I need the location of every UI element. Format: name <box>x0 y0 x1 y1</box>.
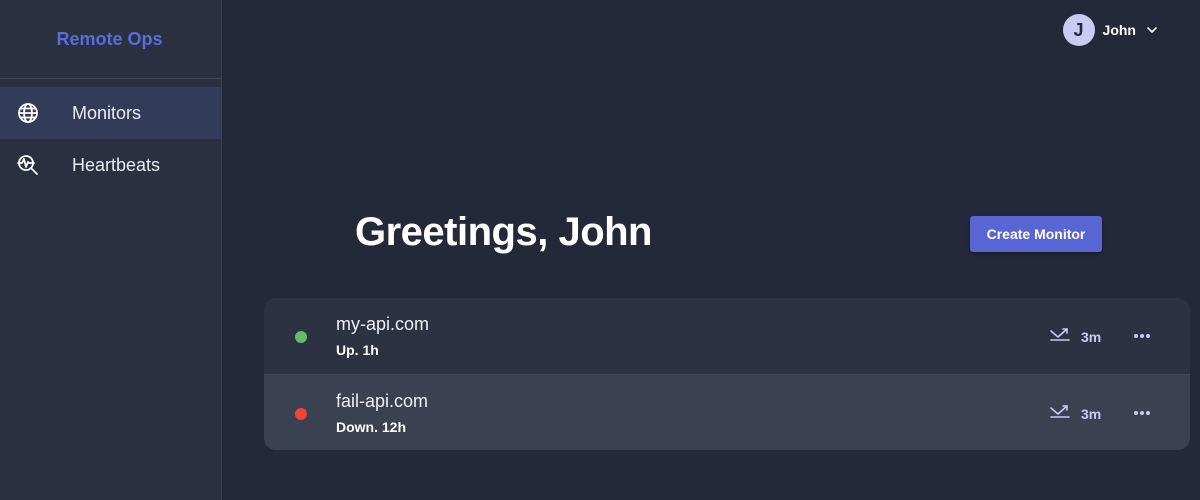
sidebar-item-monitors[interactable]: Monitors <box>0 87 221 139</box>
status-dot <box>295 331 307 343</box>
sidebar-nav: Monitors Heartbeats <box>0 87 221 191</box>
monitor-list: my-api.com Up. 1h 3m fail-api.com Down. … <box>264 298 1190 450</box>
monitor-name: fail-api.com <box>336 391 429 411</box>
user-menu[interactable]: J John <box>1062 14 1158 46</box>
interval-icon <box>1049 403 1071 424</box>
create-monitor-button[interactable]: Create Monitor <box>970 216 1102 252</box>
user-name: John <box>1102 22 1136 38</box>
more-options-icon[interactable] <box>1132 405 1152 421</box>
app-root: Remote Ops Monitors Heartbeats J John Gr… <box>0 0 1200 500</box>
interval-value: 3m <box>1081 328 1102 345</box>
sidebar-item-label: Heartbeats <box>72 154 161 175</box>
interval-control[interactable]: 3m <box>1049 326 1101 347</box>
status-dot <box>295 408 307 420</box>
monitor-status: Up. 1h <box>336 342 379 358</box>
monitor-row[interactable]: my-api.com Up. 1h 3m <box>264 298 1190 374</box>
interval-value: 3m <box>1081 405 1102 422</box>
interval-control[interactable]: 3m <box>1049 403 1101 424</box>
sidebar-item-label: Monitors <box>72 102 142 123</box>
sidebar: Remote Ops Monitors Heartbeats <box>0 0 222 500</box>
sidebar-item-heartbeats[interactable]: Heartbeats <box>0 139 221 191</box>
page-title: Greetings, John <box>355 210 653 254</box>
chevron-down-icon <box>1146 24 1158 36</box>
avatar: J <box>1062 14 1095 46</box>
brand-logo[interactable]: Remote Ops <box>0 0 221 79</box>
monitor-row[interactable]: fail-api.com Down. 12h 3m <box>264 374 1190 450</box>
monitor-status: Down. 12h <box>336 419 407 435</box>
more-options-icon[interactable] <box>1132 328 1152 344</box>
globe-icon <box>17 102 39 124</box>
monitor-name: my-api.com <box>336 314 430 334</box>
interval-icon <box>1049 326 1071 347</box>
heartbeat-search-icon <box>17 154 39 176</box>
